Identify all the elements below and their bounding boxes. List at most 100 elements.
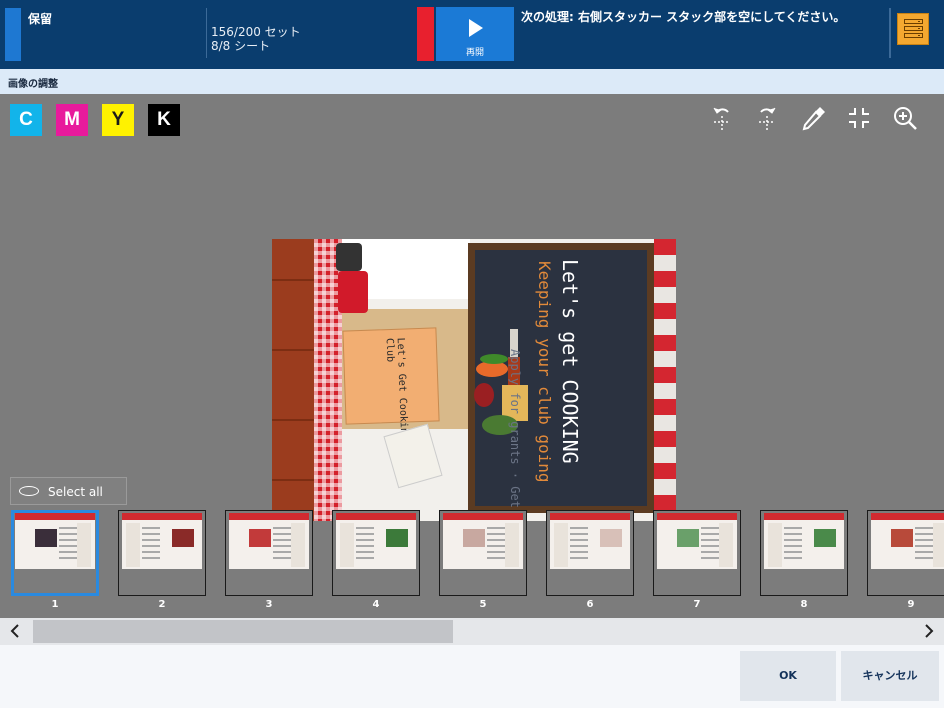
page-thumbnail[interactable] — [332, 510, 420, 596]
page-thumbnail[interactable] — [760, 510, 848, 596]
thumbnail-text-line — [784, 527, 802, 529]
jam-jar — [338, 271, 368, 313]
scrollbar-thumb[interactable] — [33, 620, 453, 643]
thumbnail-text-line — [784, 557, 802, 559]
divider — [889, 8, 891, 58]
thumbnail-page-image — [871, 513, 944, 569]
thumbnail-photo — [677, 529, 699, 547]
image-viewer[interactable]: C M Y K Let's Get Cooking Club Apply for… — [0, 94, 944, 618]
thumbnail-text-line — [142, 551, 160, 553]
thumbnail-photo — [891, 529, 913, 547]
page-thumbnail[interactable] — [546, 510, 634, 596]
thumbnail-text-line — [570, 551, 588, 553]
thumbnail-text-line — [915, 527, 933, 529]
thumbnail-text-line — [59, 545, 77, 547]
thumbnail-text-line — [356, 545, 374, 547]
thumbnail-column — [340, 523, 354, 567]
thumbnail-text-line — [142, 539, 160, 541]
page-thumbnail[interactable] — [11, 510, 99, 596]
job-status: 保留 — [28, 12, 53, 26]
wood-grain — [272, 349, 314, 351]
cancel-button[interactable]: キャンセル — [841, 651, 939, 701]
thumbnail-text-line — [701, 527, 719, 529]
status-indicator — [5, 8, 21, 61]
page-thumbnail[interactable] — [867, 510, 944, 596]
rotate-right-icon — [759, 107, 776, 130]
resume-button[interactable]: 再開 — [436, 7, 514, 61]
thumbnail-page-image — [122, 513, 202, 569]
thumbnail-page-image — [15, 513, 95, 569]
thumbnail-text-line — [915, 551, 933, 553]
channel-cyan-button[interactable]: C — [10, 104, 42, 136]
thumbnail-text-line — [570, 557, 588, 559]
thumbnail-column — [126, 523, 140, 567]
thumbnail-text-line — [570, 527, 588, 529]
thumbnail-text-line — [59, 533, 77, 535]
thumbnail-text-line — [142, 557, 160, 559]
recipe-card: Let's Get Cooking Club — [342, 327, 440, 440]
thumbnail-text-line — [487, 551, 505, 553]
thumbnail-text-line — [487, 539, 505, 541]
page-thumbnail[interactable] — [225, 510, 313, 596]
chevron-left-icon[interactable] — [6, 622, 24, 640]
thumbnail-page-number: 4 — [372, 599, 380, 610]
thumbnail-column — [291, 523, 305, 567]
thumbnail-band — [764, 513, 844, 520]
page-thumbnail[interactable] — [439, 510, 527, 596]
page-thumbnail[interactable] — [118, 510, 206, 596]
ok-button[interactable]: OK — [740, 651, 836, 701]
play-icon — [469, 19, 483, 37]
thumbnail-photo — [249, 529, 271, 547]
chevron-right-icon[interactable] — [920, 622, 938, 640]
horizontal-scrollbar[interactable] — [0, 618, 944, 645]
fit-to-window-button[interactable] — [845, 104, 873, 132]
server-icon-line — [904, 33, 923, 38]
thumbnail-text-line — [915, 539, 933, 541]
thumbnail-text-line — [701, 557, 719, 559]
thumbnail-text-line — [59, 539, 77, 541]
thumbnail-text-line — [915, 557, 933, 559]
section-header: 画像の調整 — [0, 69, 944, 94]
thumbnail-text-line — [273, 527, 291, 529]
thumbnail-photo — [386, 529, 408, 547]
thumbnail-text-line — [59, 527, 77, 529]
striped-border — [654, 239, 676, 521]
thumbnail-text-line — [784, 545, 802, 547]
thumbnail-text-line — [59, 551, 77, 553]
thumbnail-text-line — [273, 533, 291, 535]
rotate-left-button[interactable] — [708, 104, 736, 132]
channel-black-button[interactable]: K — [148, 104, 180, 136]
thumbnail-text-line — [570, 545, 588, 547]
thumbnail-photo — [600, 529, 622, 547]
page-preview-image: Let's Get Cooking Club Apply for grants … — [272, 239, 676, 521]
channel-yellow-button[interactable]: Y — [102, 104, 134, 136]
fit-to-window-icon — [849, 108, 869, 128]
thumbnail-band — [871, 513, 944, 520]
thumbnail-page-number: 6 — [586, 599, 594, 610]
thumbnail-page-number: 1 — [51, 599, 59, 610]
thumbnail-text-line — [487, 533, 505, 535]
queue-menu-button[interactable] — [897, 13, 929, 45]
page-thumbnail[interactable] — [653, 510, 741, 596]
thumbnail-page-image — [764, 513, 844, 569]
thumbnail-column — [719, 523, 733, 567]
thumbnail-column — [505, 523, 519, 567]
zoom-in-button[interactable] — [891, 104, 919, 132]
thumbnail-page-number: 7 — [693, 599, 701, 610]
select-all-button[interactable]: Select all — [10, 477, 127, 505]
thumbnail-text-line — [487, 527, 505, 529]
thumbnail-page-image — [336, 513, 416, 569]
thumbnail-page-image — [657, 513, 737, 569]
rotate-right-button[interactable] — [753, 104, 781, 132]
color-picker-button[interactable] — [800, 104, 828, 132]
lasso-icon — [19, 486, 39, 496]
wood-grain — [272, 419, 314, 421]
resume-label: 再開 — [465, 48, 484, 58]
thumbnail-text-line — [273, 551, 291, 553]
thumbnail-text-line — [570, 533, 588, 535]
thumbnail-text-line — [570, 539, 588, 541]
thumbnail-page-number: 9 — [907, 599, 915, 610]
chalkboard-title: Let's get COOKING — [558, 259, 582, 464]
channel-magenta-button[interactable]: M — [56, 104, 88, 136]
thumbnail-text-line — [356, 557, 374, 559]
